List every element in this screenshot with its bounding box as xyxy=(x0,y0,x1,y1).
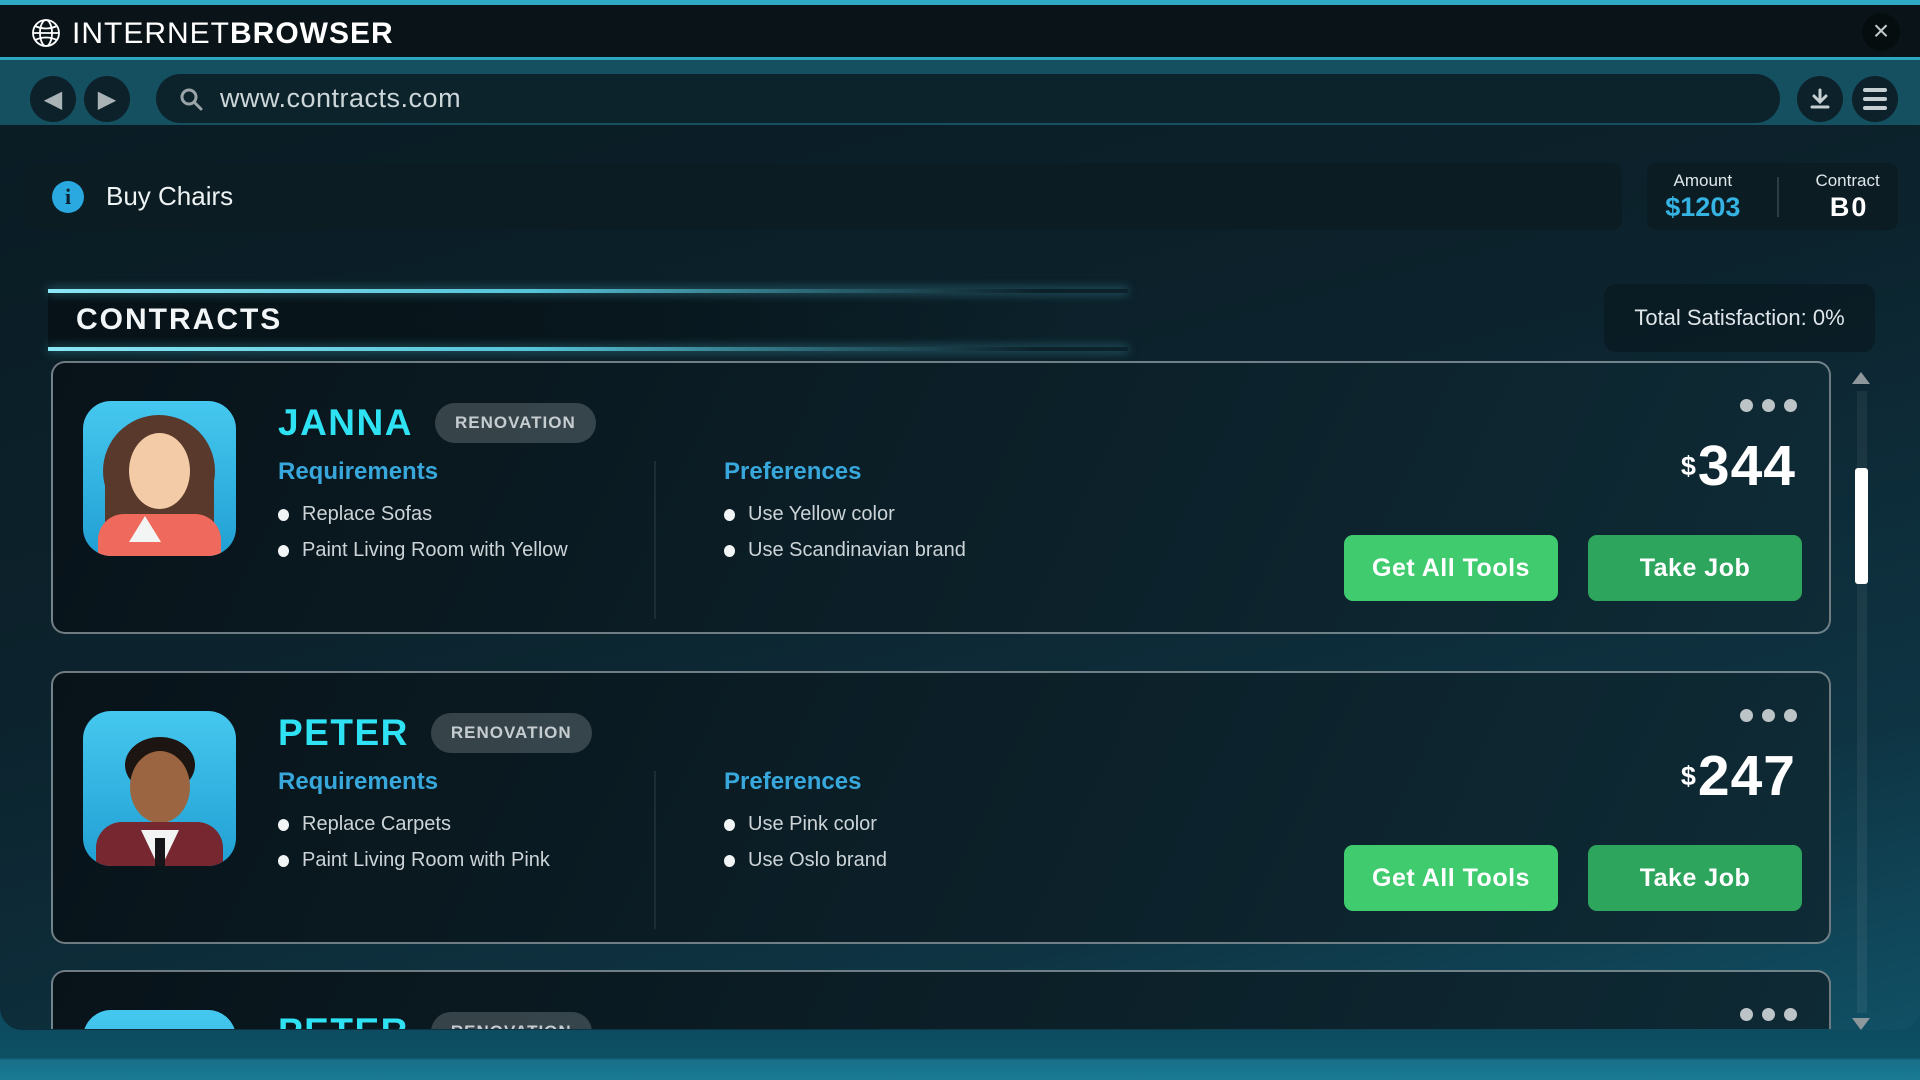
contract-value-row: B0 xyxy=(1815,192,1879,223)
download-button[interactable] xyxy=(1797,76,1843,122)
preferences-title: Preferences xyxy=(724,768,861,796)
contract-label: Contract xyxy=(1815,171,1879,191)
url-bar[interactable]: www.contracts.com xyxy=(156,74,1780,123)
browser-title: INTERNETBROWSER xyxy=(72,17,394,51)
menu-icon xyxy=(1863,88,1887,110)
scrollbar-thumb[interactable] xyxy=(1855,468,1868,584)
page-title: CONTRACTS xyxy=(76,303,282,337)
requirement-item: Replace Sofas xyxy=(278,503,432,526)
titlebar: INTERNETBROWSER × xyxy=(0,5,1920,57)
total-satisfaction-badge: Total Satisfaction: 0% xyxy=(1604,284,1875,352)
contracts-header-band: CONTRACTS xyxy=(48,289,1128,351)
globe-icon xyxy=(30,17,62,49)
requirement-item: Paint Living Room with Yellow xyxy=(278,539,568,562)
wallet-panel: Amount $1203 Contract B0 xyxy=(1647,163,1898,230)
currency-symbol: $ xyxy=(1681,761,1696,791)
currency-symbol: $ xyxy=(1681,451,1696,481)
preferences-title: Preferences xyxy=(724,458,861,486)
price-value: 344 xyxy=(1698,434,1796,498)
forward-icon: ▶ xyxy=(98,85,116,113)
preference-item: Use Pink color xyxy=(724,813,877,836)
requirements-title: Requirements xyxy=(278,768,438,796)
close-icon[interactable]: × xyxy=(1862,13,1900,51)
search-icon xyxy=(178,86,204,112)
ellipsis-icon[interactable] xyxy=(1740,1008,1797,1021)
take-job-button[interactable]: Take Job xyxy=(1588,845,1802,911)
contract-card-peter: PETER RENOVATION Requirements Replace Ca… xyxy=(51,671,1831,944)
ellipsis-icon[interactable] xyxy=(1740,709,1797,722)
url-text: www.contracts.com xyxy=(220,83,461,114)
contract-type-badge: RENOVATION xyxy=(431,1012,592,1029)
wallet-divider xyxy=(1777,177,1779,217)
scroll-down-icon[interactable] xyxy=(1852,1018,1870,1030)
wallet-contract: Contract B0 xyxy=(1815,171,1879,223)
avatar xyxy=(83,711,236,866)
amount-value: $1203 xyxy=(1665,192,1740,223)
browser-title-regular: INTERNET xyxy=(72,17,230,50)
contract-type-badge: RENOVATION xyxy=(431,713,592,753)
get-all-tools-button[interactable]: Get All Tools xyxy=(1344,845,1558,911)
requirements-title: Requirements xyxy=(278,458,438,486)
band-glow-top xyxy=(48,289,1128,293)
take-job-button[interactable]: Take Job xyxy=(1588,535,1802,601)
browser-navbar: ◀ ▶ www.contracts.com xyxy=(0,60,1920,125)
ellipsis-icon[interactable] xyxy=(1740,399,1797,412)
preference-item: Use Oslo brand xyxy=(724,849,887,872)
band-glow-bottom xyxy=(48,347,1128,351)
contract-card-peter-2: PETER RENOVATION xyxy=(51,970,1831,1029)
back-icon: ◀ xyxy=(44,85,62,113)
contract-value: 0 xyxy=(1851,192,1866,223)
get-all-tools-button[interactable]: Get All Tools xyxy=(1344,535,1558,601)
info-icon: i xyxy=(52,181,84,213)
download-icon xyxy=(1808,87,1832,111)
card-column-divider xyxy=(654,771,656,929)
menu-button[interactable] xyxy=(1852,76,1898,122)
contract-card-janna: JANNA RENOVATION Requirements Replace So… xyxy=(51,361,1831,634)
bitcoin-icon: B xyxy=(1829,192,1851,223)
scroll-up-icon[interactable] xyxy=(1852,372,1870,384)
requirement-item: Replace Carpets xyxy=(278,813,451,836)
client-name: PETER xyxy=(278,712,409,754)
contract-price: $247 xyxy=(1681,743,1796,809)
avatar xyxy=(83,401,236,556)
avatar xyxy=(83,1010,236,1029)
browser-title-bold: BROWSER xyxy=(230,17,394,50)
requirement-item: Paint Living Room with Pink xyxy=(278,849,550,872)
back-button[interactable]: ◀ xyxy=(30,76,76,122)
client-name: JANNA xyxy=(278,402,413,444)
amount-label: Amount xyxy=(1665,171,1740,191)
objective-label: Buy Chairs xyxy=(106,181,233,212)
preference-item: Use Yellow color xyxy=(724,503,895,526)
page-content: i Buy Chairs Amount $1203 Contract B0 CO… xyxy=(0,125,1920,1030)
wallet-amount: Amount $1203 xyxy=(1665,171,1740,223)
client-name: PETER xyxy=(278,1011,409,1029)
objective-bar: i Buy Chairs xyxy=(24,163,1622,230)
forward-button[interactable]: ▶ xyxy=(84,76,130,122)
contract-type-badge: RENOVATION xyxy=(435,403,596,443)
card-column-divider xyxy=(654,461,656,619)
price-value: 247 xyxy=(1698,744,1796,808)
contract-price: $344 xyxy=(1681,433,1796,499)
contracts-list: JANNA RENOVATION Requirements Replace So… xyxy=(0,361,1920,1029)
preference-item: Use Scandinavian brand xyxy=(724,539,966,562)
